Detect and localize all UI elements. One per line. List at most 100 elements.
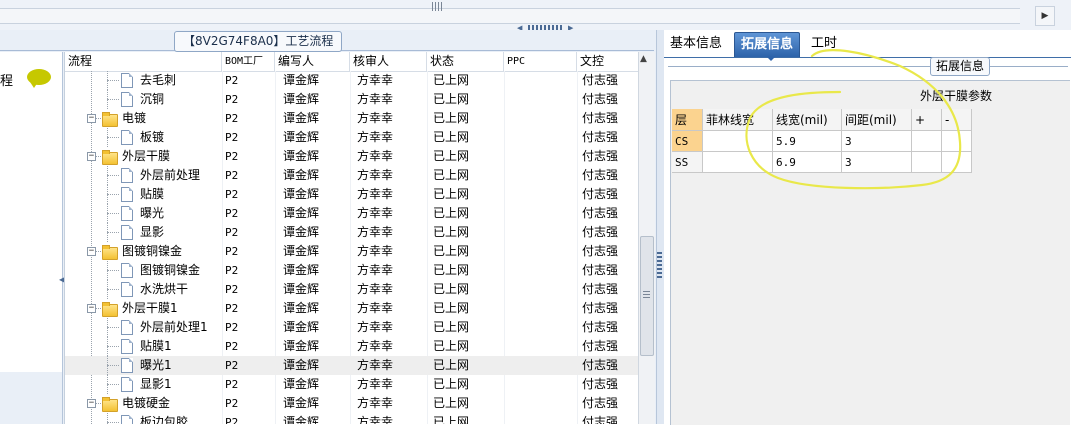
table-row[interactable]: 沉铜 P2 谭金辉 方幸幸 已上网 付志强 — [65, 90, 639, 109]
document-icon — [121, 168, 133, 183]
table-row[interactable]: − 电镀硬金 P2 谭金辉 方幸幸 已上网 付志强 — [65, 394, 639, 413]
writer-cell: 谭金辉 — [283, 206, 320, 220]
table-row[interactable]: − 外层干膜1 P2 谭金辉 方幸幸 已上网 付志强 — [65, 299, 639, 318]
column-header-control[interactable]: 文控 — [577, 52, 639, 71]
horizontal-scrollbar[interactable] — [0, 8, 1020, 24]
control-cell: 付志强 — [582, 111, 619, 125]
column-header-bom[interactable]: BOM工厂 — [222, 52, 275, 71]
bom-cell: P2 — [225, 359, 239, 372]
param-header-remove[interactable]: - — [942, 109, 972, 131]
collapse-node-icon[interactable]: − — [87, 152, 96, 161]
param-header-line-width[interactable]: 线宽(mil) — [773, 109, 842, 131]
collapse-node-icon[interactable]: − — [87, 304, 96, 313]
table-row[interactable]: − 外层干膜 P2 谭金辉 方幸幸 已上网 付志强 — [65, 147, 639, 166]
table-row[interactable]: 外层前处理 P2 谭金辉 方幸幸 已上网 付志强 — [65, 166, 639, 185]
param-row-ss-layer[interactable]: SS — [672, 152, 703, 173]
tab-extended-info[interactable]: 拓展信息 — [734, 32, 801, 57]
writer-cell: 谭金辉 — [283, 415, 320, 424]
status-cell: 已上网 — [433, 244, 470, 258]
tree-node-label: 显影1 — [140, 377, 172, 391]
table-row[interactable]: 显影1 P2 谭金辉 方幸幸 已上网 付志强 — [65, 375, 639, 394]
splitter-grip-icon[interactable] — [657, 250, 662, 278]
param-row-ss-spacing[interactable]: 3 — [842, 152, 912, 173]
document-icon — [121, 206, 133, 221]
table-row[interactable]: 贴膜1 P2 谭金辉 方幸幸 已上网 付志强 — [65, 337, 639, 356]
param-row-cs-add-cell[interactable] — [912, 131, 942, 152]
scrollbar-grip-icon[interactable] — [432, 2, 442, 11]
tree-node-label: 贴膜1 — [140, 339, 172, 353]
writer-cell: 谭金辉 — [283, 168, 320, 182]
bom-cell: P2 — [225, 112, 239, 125]
reviewer-cell: 方幸幸 — [357, 92, 394, 106]
table-row[interactable]: − 电镀 P2 谭金辉 方幸幸 已上网 付志强 — [65, 109, 639, 128]
param-row-ss-line-width[interactable]: 6.9 — [773, 152, 842, 173]
scroll-thumb-grip-icon[interactable] — [643, 291, 650, 298]
grid-header: 流程 BOM工厂 编写人 核审人 状态 PPC 文控 — [65, 52, 639, 72]
status-cell: 已上网 — [433, 92, 470, 106]
param-row-cs-layer[interactable]: CS — [672, 131, 703, 152]
param-row-ss-remove-cell[interactable] — [942, 152, 972, 173]
table-row[interactable]: 水洗烘干 P2 谭金辉 方幸幸 已上网 付志强 — [65, 280, 639, 299]
scroll-right-arrow-icon[interactable]: ▶ — [1035, 6, 1055, 26]
tree-branch-line — [107, 327, 119, 328]
tree-node-label: 板边包胶 — [140, 415, 189, 424]
table-row[interactable]: 外层前处理1 P2 谭金辉 方幸幸 已上网 付志强 — [65, 318, 639, 337]
table-row[interactable]: 显影 P2 谭金辉 方幸幸 已上网 付志强 — [65, 223, 639, 242]
param-row-ss-add-cell[interactable] — [912, 152, 942, 173]
document-icon — [121, 358, 133, 373]
tab-basic-info[interactable]: 基本信息 — [664, 32, 728, 56]
tree-node-label: 水洗烘干 — [140, 282, 189, 296]
table-row[interactable]: 板边包胶 P2 谭金辉 方幸幸 已上网 付志强 — [65, 413, 639, 424]
param-row-cs-film-width[interactable] — [703, 131, 773, 152]
writer-cell: 谭金辉 — [283, 396, 320, 410]
param-header-film-width[interactable]: 菲林线宽 — [703, 109, 773, 131]
tree-branch-line — [107, 384, 119, 385]
tree-branch-line — [96, 251, 101, 252]
param-header-spacing[interactable]: 间距(mil) — [842, 109, 912, 131]
collapse-node-icon[interactable]: − — [87, 399, 96, 408]
collapse-node-icon[interactable]: − — [87, 114, 96, 123]
bom-cell: P2 — [225, 378, 239, 391]
tree-node-label: 外层前处理 — [140, 168, 201, 182]
document-icon — [121, 92, 133, 107]
extended-info-group-border — [668, 66, 1068, 67]
table-row[interactable]: 曝光1 P2 谭金辉 方幸幸 已上网 付志强 — [65, 356, 639, 375]
table-row[interactable]: 图镀铜镍金 P2 谭金辉 方幸幸 已上网 付志强 — [65, 261, 639, 280]
reviewer-cell: 方幸幸 — [357, 320, 394, 334]
folder-icon — [102, 302, 118, 317]
column-header-writer[interactable]: 编写人 — [275, 52, 350, 71]
tab-work-hours[interactable]: 工时 — [805, 32, 843, 56]
param-row-cs-line-width[interactable]: 5.9 — [773, 131, 842, 152]
table-row[interactable]: 板镀 P2 谭金辉 方幸幸 已上网 付志强 — [65, 128, 639, 147]
table-row[interactable]: 曝光 P2 谭金辉 方幸幸 已上网 付志强 — [65, 204, 639, 223]
reviewer-cell: 方幸幸 — [357, 130, 394, 144]
process-tree-grid[interactable]: 流程 BOM工厂 编写人 核审人 状态 PPC 文控 去毛刺 P2 谭金辉 方幸幸 已上… — [64, 52, 639, 424]
bom-cell: P2 — [225, 93, 239, 106]
collapse-node-icon[interactable]: − — [87, 247, 96, 256]
tree-branch-line — [107, 346, 119, 347]
param-header-layer[interactable]: 层 — [672, 109, 703, 131]
tree-branch-line — [107, 175, 119, 176]
control-cell: 付志强 — [582, 358, 619, 372]
bom-cell: P2 — [225, 74, 239, 87]
scroll-up-arrow-icon[interactable]: ▲ — [640, 54, 647, 64]
param-header-add[interactable]: + — [912, 109, 942, 131]
column-header-status[interactable]: 状态 — [427, 52, 504, 71]
status-cell: 已上网 — [433, 396, 470, 410]
table-row[interactable]: 去毛刺 P2 谭金辉 方幸幸 已上网 付志强 — [65, 71, 639, 90]
tree-branch-line — [107, 137, 119, 138]
tree-branch-line — [107, 194, 119, 195]
column-header-flow[interactable]: 流程 — [65, 52, 222, 71]
table-row[interactable]: 贴膜 P2 谭金辉 方幸幸 已上网 付志强 — [65, 185, 639, 204]
param-row-cs-remove-cell[interactable] — [942, 131, 972, 152]
status-cell: 已上网 — [433, 168, 470, 182]
param-row-cs-spacing[interactable]: 3 — [842, 131, 912, 152]
bom-cell: P2 — [225, 340, 239, 353]
tree-node-label: 外层干膜1 — [122, 301, 178, 315]
table-row[interactable]: − 图镀铜镍金 P2 谭金辉 方幸幸 已上网 付志强 — [65, 242, 639, 261]
tree-branch-line — [107, 365, 119, 366]
side-pane-text: 程 — [0, 74, 14, 89]
column-header-ppc[interactable]: PPC — [504, 52, 577, 71]
param-row-ss-film-width[interactable] — [703, 152, 773, 173]
column-header-reviewer[interactable]: 核审人 — [350, 52, 427, 71]
